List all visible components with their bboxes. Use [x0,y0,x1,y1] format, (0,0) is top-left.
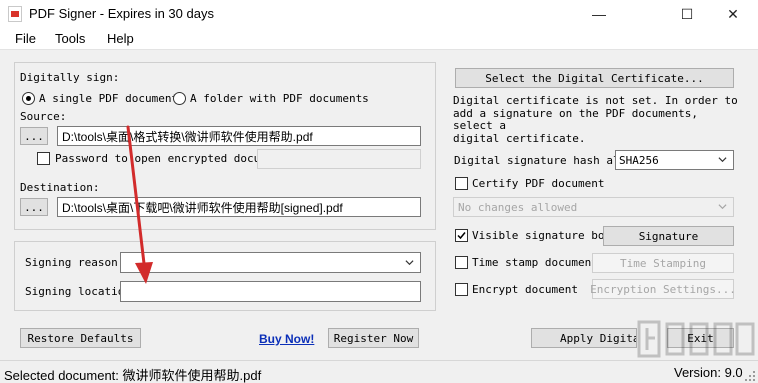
version-label: Version: 9.0 [674,365,743,380]
watermark-logo-icon [637,320,755,358]
resize-grip-icon[interactable] [744,370,756,382]
selected-document-status: Selected document: 微讲师软件使用帮助.pdf [4,368,262,383]
status-bar: Selected document: 微讲师软件使用帮助.pdf Version… [0,360,758,383]
